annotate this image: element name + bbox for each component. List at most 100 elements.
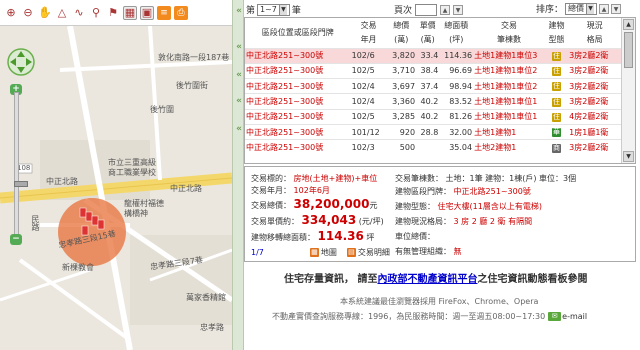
sort-desc-button[interactable]: ▼ [611, 3, 622, 14]
building-type-icon: 住 [552, 51, 562, 61]
table-cell-ym: 102/5 [350, 108, 387, 125]
chevron-down-icon: ▼ [278, 4, 287, 15]
sort-dropdown[interactable]: 總價 ▼ [565, 2, 598, 15]
banner-text: 之住宅資訊動態看板參閱 [477, 274, 588, 285]
table-cell-unit [416, 139, 440, 156]
table-cell-unit: 33.4 [416, 47, 440, 64]
scroll-thumb[interactable] [624, 32, 633, 68]
sort-asc-button[interactable]: ▲ [599, 3, 610, 14]
table-cell-total: 500 [386, 139, 417, 156]
table-cell-bld: 土地1建物1車位1 [473, 108, 545, 125]
table-header-cell: 單價 [416, 18, 440, 33]
table-row[interactable]: 中正北路251~300號 102/4 3,697 37.4 98.94 土地1建物1車位2… [245, 78, 621, 94]
building-type-cell: 住 [544, 108, 569, 125]
table-cell-loc: 中正北路251~300號 [245, 123, 351, 140]
table-row[interactable]: 中正北路251~300號 102/4 3,360 40.2 83.52 土地1建物1車位1… [245, 93, 621, 110]
table-cell-unit: 37.4 [416, 78, 440, 94]
scroll-down-icon[interactable]: ▼ [623, 151, 634, 162]
table-cell-area: 96.69 [439, 62, 474, 79]
layers-icon[interactable]: ▦ [123, 5, 137, 20]
pan-hand-icon[interactable]: ✋ [38, 6, 52, 20]
detail-value: 102年6月 [293, 186, 330, 195]
pan-control[interactable] [6, 44, 36, 80]
street-label: 後竹圍 [150, 105, 174, 114]
banner-text: 住宅存量資訊， [284, 274, 354, 285]
transaction-detail-button[interactable]: ▤ 交易明細 [346, 247, 390, 258]
table-row[interactable]: 中正北路251~300號 102/5 3,710 38.4 96.69 土地1建物1車位2… [245, 62, 621, 79]
page-number-input[interactable] [415, 3, 438, 16]
detail-value: 無 [453, 247, 462, 256]
table-cell-unit: 40.2 [416, 93, 440, 110]
building-type-cell: 住 [544, 47, 569, 64]
bookmark-icon[interactable]: ⚑ [106, 6, 120, 20]
street-label: 敦化南路一段187巷 [158, 53, 230, 62]
building-type-icon: 住 [552, 66, 562, 76]
map-toolbar: ⊕ ⊖ ✋ △ ∿ ⚲ ⚑ ▦ ▣ ≡ ⎙ [0, 0, 232, 26]
zoom-track[interactable] [14, 92, 28, 240]
table-cell-area: 81.26 [439, 108, 474, 125]
scroll-up-icon[interactable]: ▲ [623, 19, 634, 30]
unit-price-value: 334,043 [301, 213, 357, 227]
table-cell-loc: 中正北路251~300號 [245, 139, 351, 156]
building-type-icon: 住 [552, 82, 562, 92]
info-platform-link[interactable]: 內政部不動產資訊平台 [377, 274, 477, 285]
table-cell-status: 3房2廳2衛 [568, 47, 621, 64]
table-row[interactable]: 中正北路251~300號 102/3 500 35.04 土地2建物1 商 3房2廳2衛 [245, 139, 621, 156]
map-panel[interactable]: 敦化南路一段187巷 後竹圍街 後竹圍 市立三重高級 商工職業學校 中正北路 1… [0, 0, 232, 350]
zoom-out-icon[interactable]: ⊖ [21, 6, 35, 20]
table-cell-total: 3,285 [386, 108, 417, 125]
table-header-row: 區段位置或區段門牌 交易 總價 單價 總面積 交易 建物 現況 [245, 18, 621, 48]
poi-label: 新棵教會 [62, 263, 94, 272]
service-note: 不動產實價查詢服務專線：1996，為民服務時間：週一至週五08:00~17:30… [272, 311, 587, 322]
table-header-cell: 型態 [544, 33, 569, 48]
street-label: 中正北路 [170, 184, 202, 193]
detail-label: 交易筆棟數： [395, 174, 443, 183]
table-row[interactable]: 中正北路251~300號 102/5 3,285 40.2 81.26 土地1建物1車位1… [245, 108, 621, 125]
email-label: e-mail [562, 312, 588, 321]
street-label: 民路 [31, 215, 40, 231]
table-scrollbar[interactable]: ▲ ▼ [621, 18, 635, 163]
school-label: 商工職業學校 [108, 168, 156, 177]
detail-value: 住宅大樓(11層含以上有電梯) [437, 202, 542, 211]
table-cell-area: 114.36 [439, 47, 474, 64]
table-row[interactable]: 中正北路251~300號 102/6 3,820 33.4 114.36 土地1建物1車位… [245, 47, 621, 64]
table-cell-status: 3房2廳2衛 [568, 139, 621, 156]
results-table-container[interactable]: 區段位置或區段門牌 交易 總價 單價 總面積 交易 建物 現況 年月 (萬) (萬) (坪) 筆棟數型… [244, 17, 636, 164]
print-icon[interactable]: ⎙ [174, 5, 188, 20]
results-toolbar: 第 1~7 ▼ 筆 頁次 ▲ ▼ 排序： 總價 ▼ ▲ ▼ [244, 0, 640, 17]
sort-label: 排序： [536, 5, 564, 15]
map-icon: ▦ [309, 248, 319, 257]
legend-icon[interactable]: ≡ [157, 5, 171, 20]
pager-label: 頁次 [394, 6, 413, 16]
prev-page-button[interactable]: ▲ [440, 4, 451, 15]
table-header-cell: 交易 [350, 18, 387, 33]
panel-splitter[interactable]: « « « « « [232, 0, 244, 350]
draw-line-icon[interactable]: ∿ [72, 6, 86, 20]
building-type-cell: 住 [544, 78, 569, 94]
locate-icon[interactable]: ⚲ [89, 6, 103, 20]
next-page-button[interactable]: ▼ [453, 4, 464, 15]
zoom-slider[interactable]: + − [10, 84, 28, 245]
fullscreen-icon[interactable]: ▣ [140, 5, 154, 20]
detail-button-label: 交易明細 [357, 248, 390, 257]
map-button[interactable]: ▦ 地圖 [309, 247, 337, 258]
email-link[interactable]: ✉ e-mail [548, 312, 587, 321]
detail-label: 車位總價： [395, 232, 435, 241]
table-header-cell: 格局 [568, 33, 621, 48]
table-row[interactable]: 中正北路251~300號 101/12 920 28.8 32.00 土地1建物1 華 1房1… [245, 123, 621, 140]
detail-label: 建物移轉總面積： [251, 233, 315, 242]
zoom-handle[interactable] [14, 181, 28, 187]
detail-label: 交易標的： [251, 174, 291, 183]
total-price-value: 38,200,000 [293, 197, 370, 211]
browser-note: 本系統建議最佳瀏覽器採用 FireFox、Chrome、Opera [340, 297, 539, 306]
table-cell-status: 3房2廳2衛 [568, 78, 621, 94]
detail-value: 房地(土地+建物)+車位 [293, 174, 378, 183]
poi-label: 萬家香精館 [186, 293, 226, 302]
zoom-in-icon[interactable]: ⊕ [4, 6, 18, 20]
table-header-cell: 現況 [568, 18, 621, 33]
building-type-cell: 商 [544, 139, 569, 156]
measure-icon[interactable]: △ [55, 6, 69, 20]
table-cell-loc: 中正北路251~300號 [245, 47, 351, 64]
page-range-dropdown[interactable]: 1~7 ▼ [257, 3, 290, 16]
zoom-minus-button[interactable]: − [10, 234, 22, 245]
